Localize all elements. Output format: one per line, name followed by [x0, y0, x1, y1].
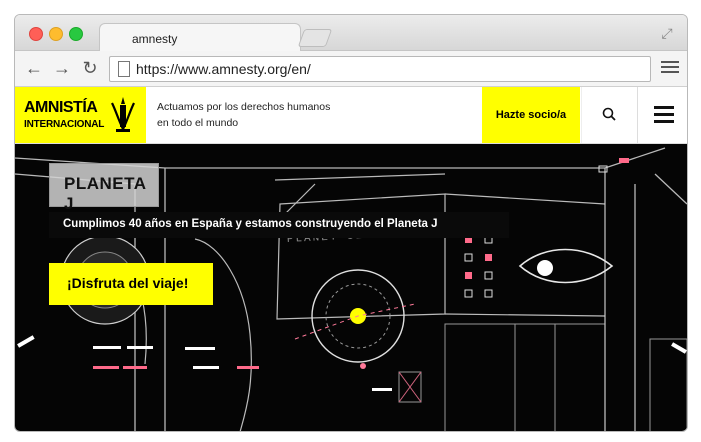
enjoy-trip-button[interactable]: ¡Disfruta del viaje! — [49, 263, 213, 305]
fullscreen-icon[interactable]: ⤢ — [659, 25, 675, 41]
search-button[interactable] — [581, 87, 637, 143]
tagline-line1: Actuamos por los derechos humanos — [157, 101, 331, 113]
reload-icon[interactable]: ↻ — [79, 57, 101, 79]
zoom-window-button[interactable] — [69, 27, 83, 41]
tab-title: amnesty — [132, 32, 178, 46]
join-button[interactable]: Hazte socio/a — [482, 87, 580, 143]
tagline-line2: en todo el mundo — [157, 117, 239, 129]
hero-subtitle-bar: Cumplimos 40 años en España y estamos co… — [49, 212, 509, 238]
site-menu-button[interactable] — [637, 87, 687, 143]
address-bar[interactable]: https://www.amnesty.org/en/ — [109, 56, 651, 82]
url-text: https://www.amnesty.org/en/ — [136, 61, 311, 77]
cta-label: ¡Disfruta del viaje! — [67, 275, 189, 291]
search-icon — [602, 107, 616, 121]
hero-subtitle: Cumplimos 40 años en España y estamos co… — [63, 218, 438, 230]
page-icon — [118, 61, 130, 77]
minimize-window-button[interactable] — [49, 27, 63, 41]
browser-window: amnesty ⤢ ← → ↻ https://www.amnesty.org/… — [14, 14, 688, 432]
browser-menu-icon[interactable] — [661, 58, 679, 76]
browser-toolbar: ← → ↻ https://www.amnesty.org/en/ — [15, 51, 687, 87]
hero-title: PLANETA J — [64, 174, 146, 213]
logo-line2: INTERNACIONAL — [24, 119, 105, 130]
title-bar: amnesty ⤢ — [15, 15, 687, 52]
new-tab-button[interactable] — [297, 29, 333, 47]
hero-title-box: PLANETA J — [49, 163, 159, 213]
close-window-button[interactable] — [29, 27, 43, 41]
back-arrow-icon[interactable]: ← — [23, 57, 45, 79]
logo-line1: AMNISTÍA — [24, 99, 98, 116]
site-tagline: Actuamos por los derechos humanos en tod… — [157, 99, 357, 131]
browser-tab[interactable]: amnesty — [99, 23, 301, 52]
forward-arrow-icon[interactable]: → — [51, 57, 73, 79]
hero-banner[interactable]: PLANET SELECTION PLANETA J Cumplimos 40 … — [15, 144, 687, 431]
amnesty-logo[interactable]: AMNISTÍA INTERNACIONAL — [15, 87, 146, 143]
candle-icon — [111, 97, 135, 132]
site-header: AMNISTÍA INTERNACIONAL Actuamos por los … — [15, 87, 687, 144]
